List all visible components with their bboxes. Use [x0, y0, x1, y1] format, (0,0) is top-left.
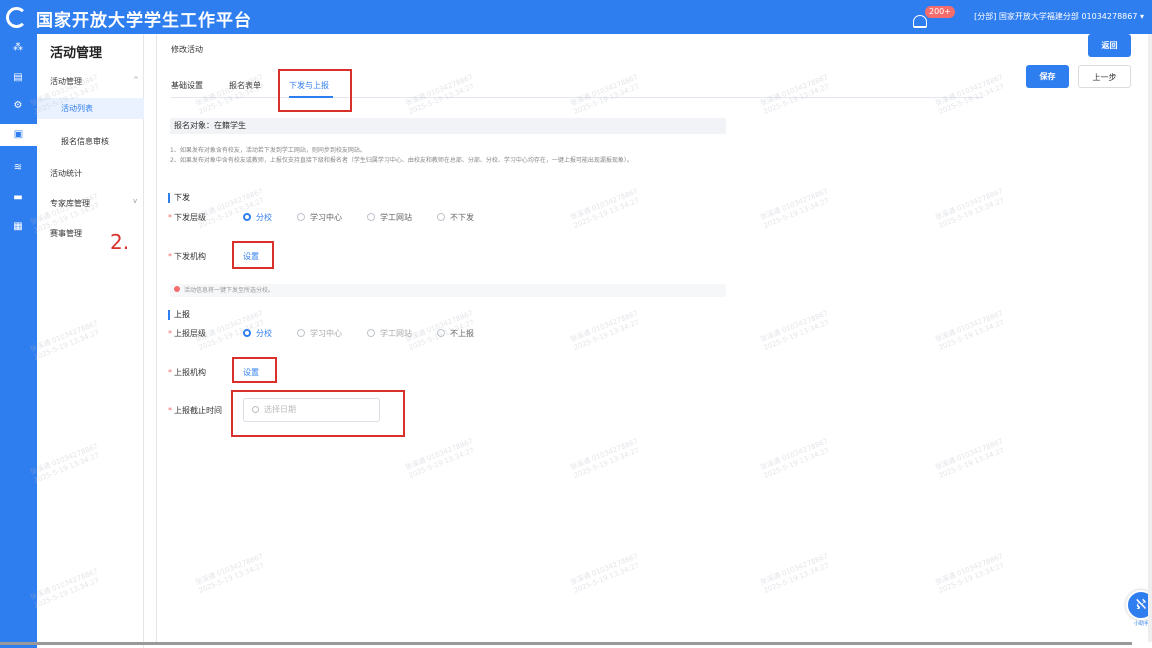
- sidebar: 活动管理 活动管理 ^ 活动列表 报名信息审核 活动统计 专家库管理 v 赛事管…: [37, 34, 144, 648]
- user-menu[interactable]: [分部] 国家开放大学福建分部 01034278867 ▾: [974, 11, 1144, 22]
- radio-checked-icon: [243, 213, 251, 221]
- tab-basic-settings[interactable]: 基础设置: [171, 80, 203, 91]
- org-chart-icon[interactable]: ⁂: [12, 42, 24, 53]
- note-2: 2、如果发布对象中含有校友或教师，上报仅支持直接下级和报名者（学生归属学习中心、…: [170, 157, 633, 164]
- issue-org-settings-link[interactable]: 设置: [243, 251, 259, 262]
- icon-rail: ⁂ ▤ ⚙ ▣ ≋ ▬ ▦: [0, 34, 37, 648]
- sidebar-title: 活动管理: [50, 46, 103, 61]
- issue-level-label: * 下发层级: [168, 213, 206, 222]
- sidebar-item-competition[interactable]: 赛事管理: [50, 228, 82, 239]
- report-org-settings-link[interactable]: 设置: [243, 367, 259, 378]
- back-button[interactable]: 返回: [1088, 34, 1131, 57]
- notification-badge[interactable]: 200+: [925, 6, 955, 18]
- radio-icon: [437, 329, 445, 337]
- report-level-radio-none[interactable]: 不上报: [437, 328, 474, 339]
- chevron-up-icon[interactable]: ^: [133, 76, 139, 84]
- issue-level-radio-branch[interactable]: 分校: [243, 212, 272, 223]
- clock-icon: [252, 406, 259, 413]
- breadcrumb: 修改活动: [171, 45, 203, 54]
- radio-icon: [297, 213, 305, 221]
- report-icon[interactable]: ▦: [12, 221, 24, 232]
- tab-signup-form[interactable]: 报名表单: [229, 80, 261, 91]
- save-button[interactable]: 保存: [1026, 65, 1069, 88]
- issue-section-title: 下发: [168, 193, 190, 203]
- layers-icon[interactable]: ≋: [12, 162, 24, 173]
- sidebar-item-expert-library[interactable]: 专家库管理: [50, 198, 90, 209]
- radio-icon: [367, 329, 375, 337]
- report-deadline-date-picker[interactable]: 选择日期: [243, 398, 380, 422]
- chevron-down-icon[interactable]: v: [133, 197, 137, 205]
- radio-icon: [297, 329, 305, 337]
- issue-tip: 活动信息将一键下发至所选分校。: [170, 284, 726, 297]
- gear-icon[interactable]: ⚙: [12, 100, 24, 111]
- report-level-radio-center[interactable]: 学习中心: [297, 328, 342, 339]
- radio-checked-icon: [243, 329, 251, 337]
- issue-org-label: * 下发机构: [168, 252, 206, 261]
- tab-issue-report[interactable]: 下发与上报: [289, 80, 329, 91]
- sidebar-item-activity-stats[interactable]: 活动统计: [50, 168, 82, 179]
- issue-level-radio-website[interactable]: 学工网站: [367, 212, 412, 223]
- report-level-label: * 上报层级: [168, 329, 206, 338]
- report-level-radio-website[interactable]: 学工网站: [367, 328, 412, 339]
- logo-icon: [6, 7, 27, 28]
- radio-icon: [367, 213, 375, 221]
- radio-icon: [437, 213, 445, 221]
- signup-target: 报名对象：在籍学生: [170, 118, 726, 134]
- assistant-label: 小助手: [1134, 621, 1150, 627]
- sidebar-item-activity-management[interactable]: 活动管理: [50, 76, 82, 87]
- clipboard-icon[interactable]: ▣: [0, 124, 37, 146]
- report-level-radio-branch[interactable]: 分校: [243, 328, 272, 339]
- top-bar: 国家开放大学学生工作平台 200+ [分部] 国家开放大学福建分部 010342…: [0, 0, 1152, 34]
- app-title: 国家开放大学学生工作平台: [36, 11, 252, 31]
- horizontal-scrollbar[interactable]: [0, 642, 1132, 645]
- tab-bar: 基础设置 报名表单 下发与上报: [171, 70, 983, 98]
- report-deadline-label: * 上报截止时间: [168, 406, 222, 415]
- sidebar-item-activity-list[interactable]: 活动列表: [37, 98, 144, 119]
- issue-level-radio-none[interactable]: 不下发: [437, 212, 474, 223]
- step-annotation: 2.: [110, 230, 130, 254]
- report-section-title: 上报: [168, 310, 190, 320]
- note-1: 1、如果发布对象含有校友，活动若下发到学工网站，则同步到校友网站。: [170, 147, 366, 154]
- info-dot-icon: [174, 286, 180, 292]
- document-icon[interactable]: ▤: [12, 72, 24, 83]
- active-tab-indicator: [289, 96, 333, 98]
- issue-level-radio-center[interactable]: 学习中心: [297, 212, 342, 223]
- briefcase-icon[interactable]: ▬: [12, 192, 24, 203]
- bell-icon[interactable]: [913, 15, 927, 28]
- sidebar-item-signup-review[interactable]: 报名信息审核: [61, 136, 109, 147]
- prev-step-button[interactable]: 上一步: [1078, 65, 1131, 88]
- vertical-scrollbar[interactable]: [1148, 34, 1152, 642]
- report-org-label: * 上报机构: [168, 368, 206, 377]
